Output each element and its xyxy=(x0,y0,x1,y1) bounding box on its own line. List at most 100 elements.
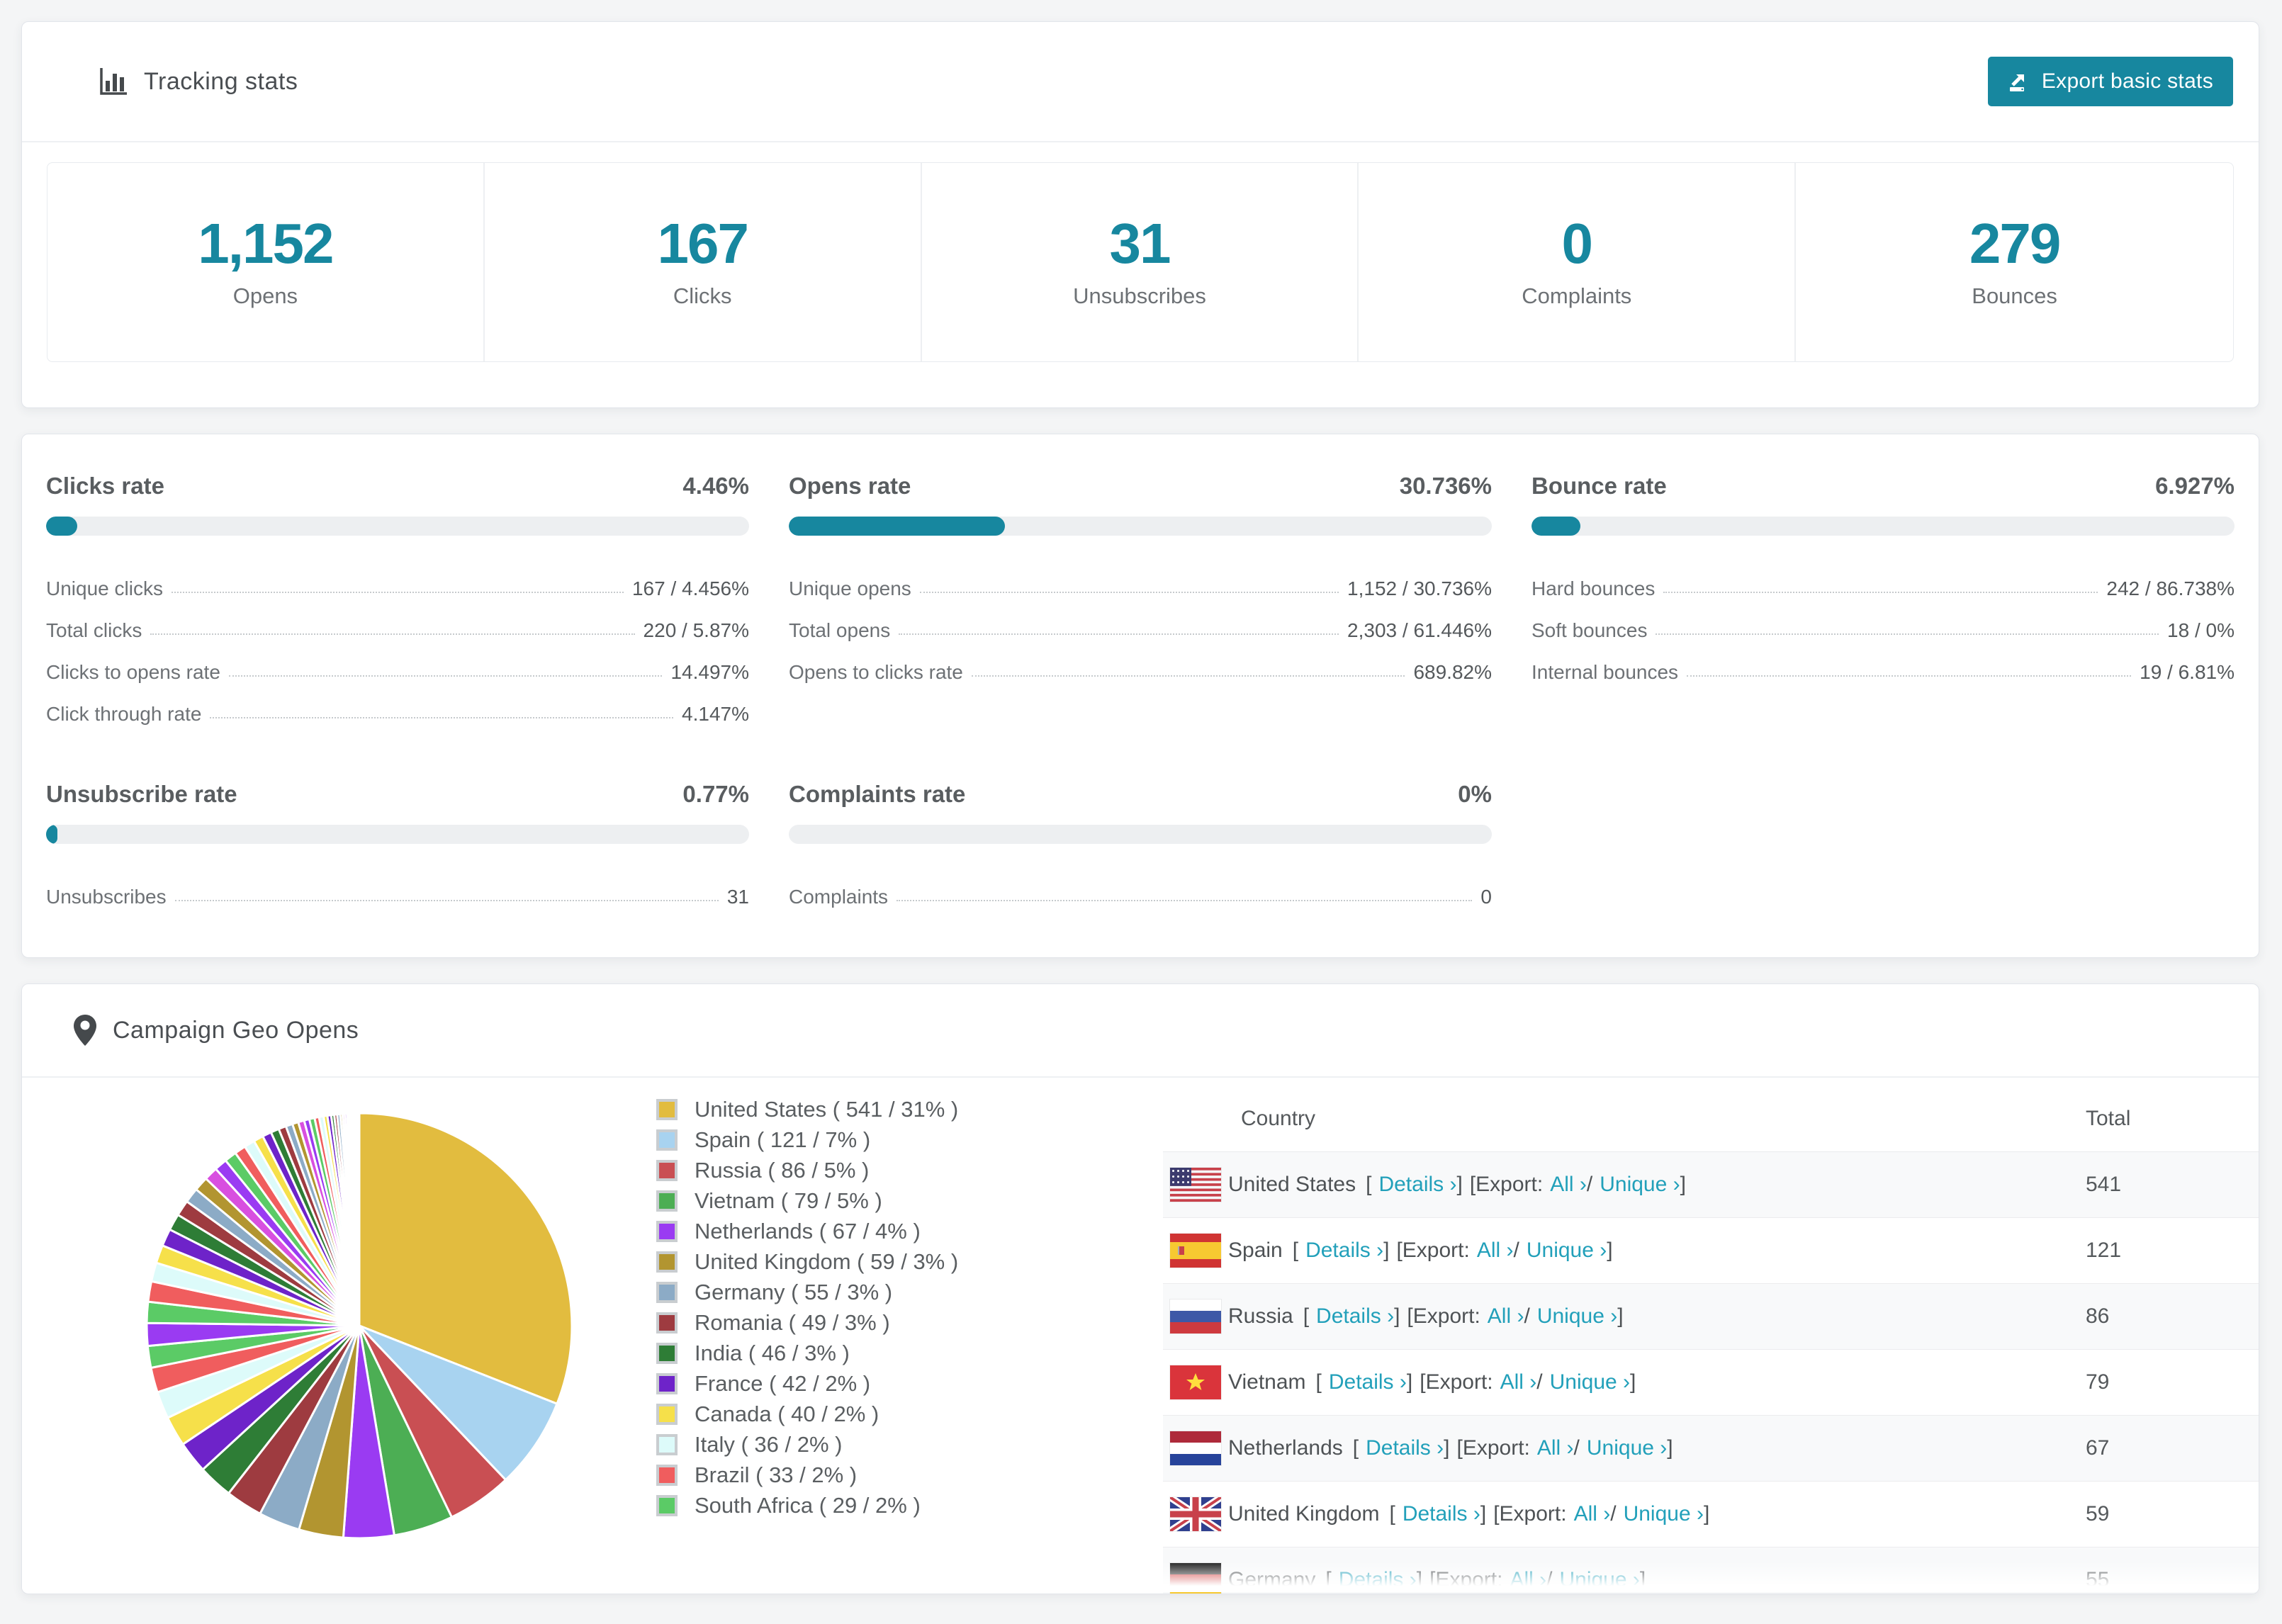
stat-detail-row: Internal bounces 19 / 6.81% xyxy=(1531,642,2235,684)
complaints-rate-progressbar xyxy=(789,825,1492,844)
tracking-stats-title: Tracking stats xyxy=(144,67,298,95)
legend-item: United Kingdom ( 59 / 3% ) xyxy=(656,1246,958,1277)
bracket: ] xyxy=(1444,1436,1450,1460)
export-all-link[interactable]: All › xyxy=(1477,1239,1514,1263)
export-all-link[interactable]: All › xyxy=(1574,1502,1611,1526)
details-link[interactable]: Details › xyxy=(1378,1173,1456,1197)
flag-es-icon xyxy=(1170,1234,1221,1268)
legend-label: Vietnam ( 79 / 5% ) xyxy=(695,1188,882,1213)
total-cell: 541 xyxy=(2086,1173,2122,1196)
legend-item: India ( 46 / 3% ) xyxy=(656,1338,958,1368)
progress-fill xyxy=(1531,517,1580,536)
country-name: Netherlands xyxy=(1228,1436,1343,1460)
stat-detail-label: Clicks to opens rate xyxy=(46,661,220,683)
progress-fill xyxy=(46,825,57,844)
export-all-link[interactable]: All › xyxy=(1488,1304,1524,1329)
slash-separator: / xyxy=(1524,1304,1530,1328)
dotted-leader xyxy=(896,900,1473,901)
export-all-link[interactable]: All › xyxy=(1510,1568,1546,1592)
stat-detail-value: 2,303 / 61.446% xyxy=(1347,619,1492,641)
total-cell: 86 xyxy=(2086,1304,2110,1328)
geo-pie-chart[interactable] xyxy=(142,1109,576,1543)
details-link[interactable]: Details › xyxy=(1316,1304,1394,1329)
table-row: Netherlands[Details ›] [Export: All › / Uniq… xyxy=(1163,1416,2259,1482)
table-row: United Kingdom[Details ›] [Export: All › / U… xyxy=(1163,1482,2259,1547)
unsubscribe-rate-value: 0.77% xyxy=(682,781,749,807)
details-link[interactable]: Details › xyxy=(1305,1239,1383,1263)
stat-opens-value: 1,152 xyxy=(198,212,334,275)
bar-chart-icon xyxy=(99,67,128,96)
stat-detail-label: Opens to clicks rate xyxy=(789,661,963,683)
opens-rate-value: 30.736% xyxy=(1399,473,1492,499)
tracking-stats-header: Tracking stats Export basic stats xyxy=(22,22,2259,142)
stat-detail-label: Unsubscribes xyxy=(46,886,167,908)
export-all-link[interactable]: All › xyxy=(1550,1173,1587,1197)
total-cell: 67 xyxy=(2086,1436,2110,1460)
legend-swatch xyxy=(656,1251,678,1273)
legend-swatch xyxy=(656,1494,678,1516)
legend-item: Russia ( 86 / 5% ) xyxy=(656,1155,958,1185)
legend-label: India ( 46 / 3% ) xyxy=(695,1340,850,1365)
stat-bounces-label: Bounces xyxy=(1972,283,2057,308)
details-link[interactable]: Details › xyxy=(1339,1568,1417,1592)
country-name: United States xyxy=(1228,1173,1356,1196)
export-unique-link[interactable]: Unique › xyxy=(1537,1304,1617,1329)
tracking-stats-card: Tracking stats Export basic stats 1,152 … xyxy=(21,21,2259,408)
legend-item: Italy ( 36 / 2% ) xyxy=(656,1429,958,1460)
export-unique-link[interactable]: Unique › xyxy=(1600,1173,1680,1197)
bounce-rate-value: 6.927% xyxy=(2155,473,2235,499)
stat-detail-row: Opens to clicks rate 689.82% xyxy=(789,642,1492,684)
export-unique-link[interactable]: Unique › xyxy=(1587,1436,1667,1460)
clicks-rate-value: 4.46% xyxy=(682,473,749,499)
legend-item: Romania ( 49 / 3% ) xyxy=(656,1307,958,1338)
export-unique-link[interactable]: Unique › xyxy=(1624,1502,1704,1526)
legend-item: Netherlands ( 67 / 4% ) xyxy=(656,1216,958,1246)
geo-table-header-total: Total xyxy=(2086,1107,2131,1130)
dotted-leader xyxy=(171,592,624,593)
stat-detail-row: Complaints 0 xyxy=(789,867,1492,908)
dotted-leader xyxy=(228,675,663,677)
country-name: Vietnam xyxy=(1228,1370,1306,1394)
dotted-leader xyxy=(1687,675,2132,677)
legend-item: France ( 42 / 2% ) xyxy=(656,1368,958,1399)
stat-detail-label: Soft bounces xyxy=(1531,619,1648,641)
legend-item: Canada ( 40 / 2% ) xyxy=(656,1399,958,1429)
export-unique-link[interactable]: Unique › xyxy=(1527,1239,1607,1263)
stat-detail-value: 4.147% xyxy=(682,703,749,725)
table-row: Vietnam [Details ›] [Export: All › / Unique ›… xyxy=(1163,1350,2259,1416)
country-name: Russia xyxy=(1228,1304,1293,1328)
details-link[interactable]: Details › xyxy=(1329,1370,1407,1394)
export-basic-stats-button[interactable]: Export basic stats xyxy=(1987,57,2233,106)
unsubscribe-rate-block: Unsubscribe rate 0.77% Unsubscribes 31 xyxy=(46,781,749,908)
legend-item: Brazil ( 33 / 2% ) xyxy=(656,1460,958,1490)
dotted-leader xyxy=(1656,633,2159,635)
bounce-rate-progressbar xyxy=(1531,517,2235,536)
flag-nl-icon xyxy=(1170,1431,1221,1465)
stat-detail-row: Unique clicks 167 / 4.456% xyxy=(46,558,749,600)
geo-pie-legend: United States ( 541 / 31% ) Spain ( 121 /… xyxy=(656,1094,958,1521)
details-link[interactable]: Details › xyxy=(1366,1436,1444,1460)
country-name: United Kingdom xyxy=(1228,1502,1380,1526)
country-cell: United Kingdom[Details ›] [Export: All › / U… xyxy=(1163,1497,2086,1531)
stat-unsubscribes-value: 31 xyxy=(1109,212,1171,275)
dotted-leader xyxy=(174,900,719,901)
stat-detail-row: Total clicks 220 / 5.87% xyxy=(46,600,749,642)
export-unique-link[interactable]: Unique › xyxy=(1550,1370,1630,1394)
export-all-link[interactable]: All › xyxy=(1537,1436,1574,1460)
export-all-link[interactable]: All › xyxy=(1500,1370,1537,1394)
details-link[interactable]: Details › xyxy=(1403,1502,1480,1526)
legend-label: Romania ( 49 / 3% ) xyxy=(695,1309,890,1335)
country-cell: Netherlands[Details ›] [Export: All › / Uniq… xyxy=(1163,1431,2086,1465)
total-cell: 79 xyxy=(2086,1370,2110,1394)
dotted-leader xyxy=(1663,592,2098,593)
export-prefix: [Export: xyxy=(1493,1502,1567,1526)
bracket: ] xyxy=(1383,1239,1390,1262)
stat-unsubscribes: 31 Unsubscribes xyxy=(922,163,1359,361)
country-cell: Germany [Details ›] [Export: All › / Unique ›… xyxy=(1163,1563,2086,1594)
opens-rate-block: Opens rate 30.736% Unique opens 1,152 / 3… xyxy=(789,473,1492,726)
stat-opens: 1,152 Opens xyxy=(47,163,485,361)
stat-detail-row: Soft bounces 18 / 0% xyxy=(1531,600,2235,642)
export-unique-link[interactable]: Unique › xyxy=(1559,1568,1639,1592)
flag-de-icon xyxy=(1170,1563,1221,1594)
geo-country-table: Country Total United States[Details ›] [E… xyxy=(1163,1086,2259,1594)
